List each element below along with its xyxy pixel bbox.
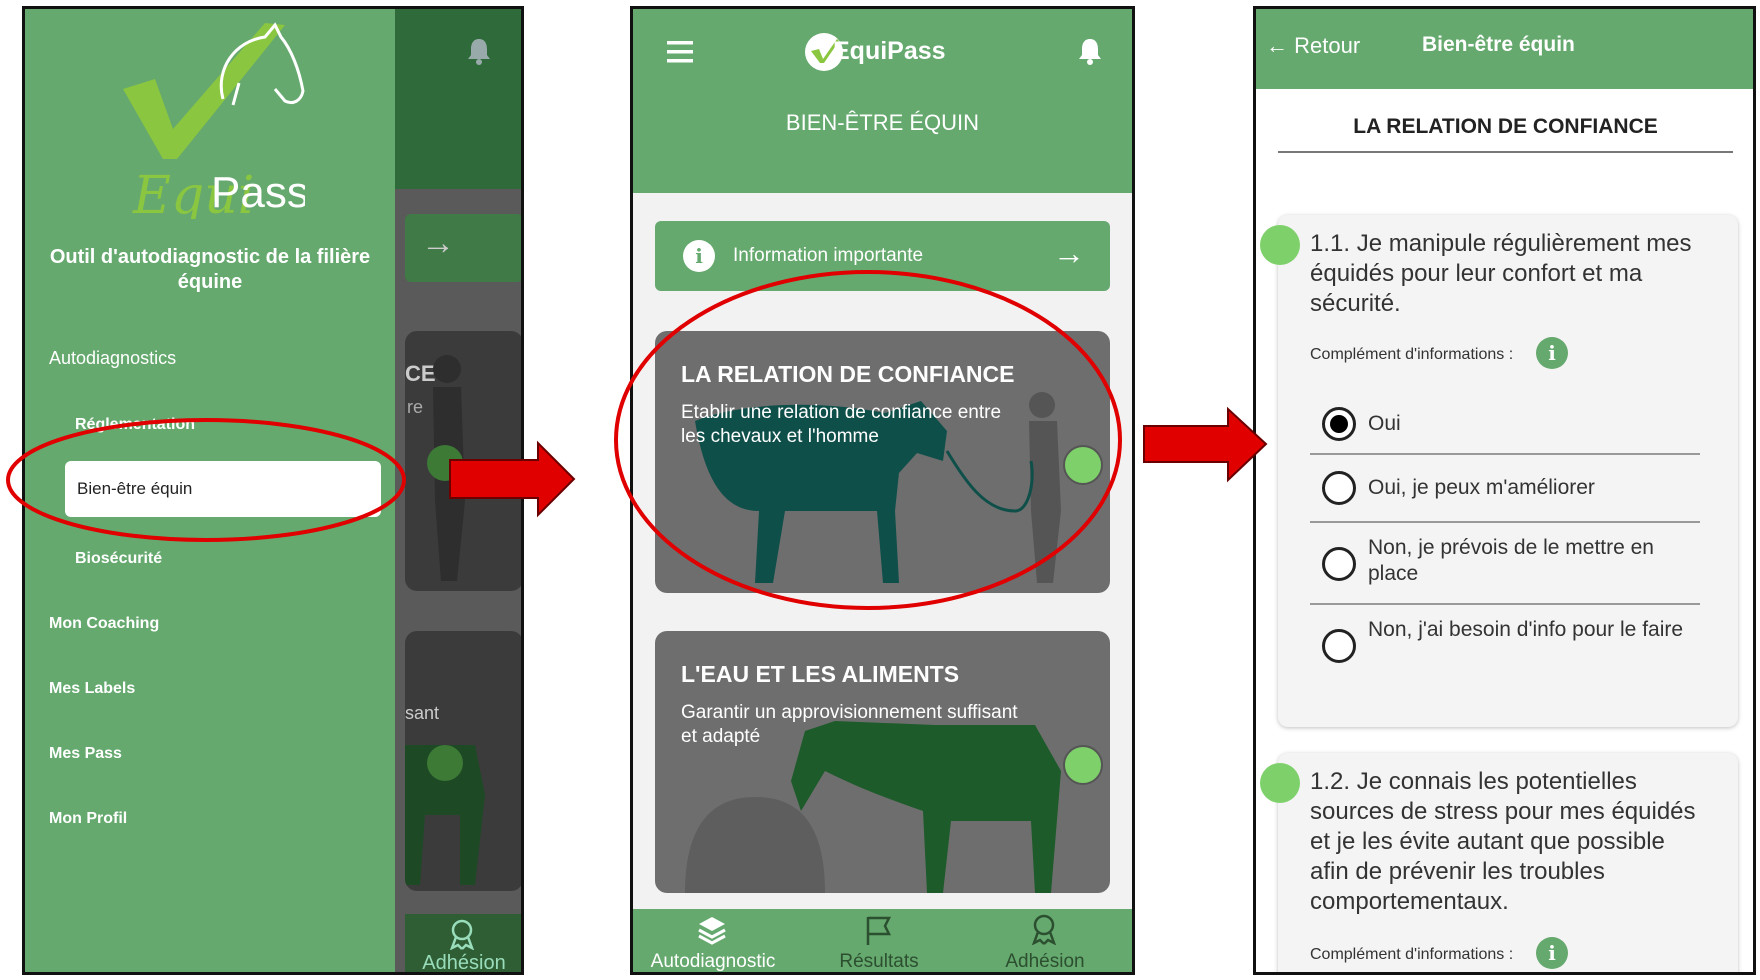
drawer-section-autodiagnostics[interactable]: Autodiagnostics (49, 348, 176, 369)
answer-label: Oui (1368, 412, 1401, 435)
brand-text: Pass (211, 168, 305, 217)
background-nav-label: Adhésion (422, 952, 506, 974)
bell-icon[interactable] (1078, 37, 1102, 65)
arrow-right-icon: → (1053, 235, 1085, 271)
drawer-subitem-reglementation[interactable]: Réglementation (75, 416, 195, 434)
screen-drawer: → CE re sant Adhésion Equi Pass Outil d'… (22, 6, 524, 975)
back-label: Retour (1294, 33, 1361, 58)
drawer-subitem-label: Bien-être équin (77, 479, 193, 498)
info-icon: i (683, 240, 715, 272)
arrow-right-icon: → (421, 224, 455, 262)
answer-label: Non, j'ai besoin d'info pour le faire (1368, 618, 1684, 641)
answer-label: Non, je prévois de le mettre en place (1368, 536, 1654, 585)
background-card-1: CE re (405, 331, 521, 591)
status-dot (1063, 445, 1103, 485)
app-title: EquiPass (833, 37, 946, 65)
answer-option-besoin-info[interactable]: Non, j'ai besoin d'info pour le faire (1310, 605, 1700, 685)
radio-button[interactable] (1322, 547, 1356, 581)
question-card-1-1: 1.1. Je manipule régulièrement mes équid… (1260, 215, 1738, 727)
back-button[interactable]: ← Retour (1266, 33, 1360, 59)
menu-icon[interactable] (667, 41, 693, 63)
arrow-left-icon: ← (1266, 33, 1288, 58)
info-important-button[interactable]: i Information importante → (655, 221, 1110, 291)
theme-card-title: LA RELATION DE CONFIANCE (681, 361, 1015, 387)
navigation-drawer: Equi Pass Outil d'autodiagnostic de la f… (25, 9, 395, 972)
info-label: Information importante (733, 245, 924, 266)
section-title: LA RELATION DE CONFIANCE (1278, 115, 1733, 153)
award-icon (1031, 914, 1057, 945)
complement-label: Complément d'informations : (1310, 346, 1514, 363)
background-card-2-fragment: sant (405, 703, 440, 723)
nav-label: Résultats (839, 951, 919, 972)
answer-label: Oui, je peux m'améliorer (1368, 476, 1595, 499)
background-status-dot (427, 445, 463, 481)
nav-item-adhesion[interactable]: Adhésion (965, 909, 1125, 972)
theme-card-description: Garantir un approvisionnement suffisant … (681, 702, 1018, 747)
nav-label: Autodiagnostic (650, 951, 776, 972)
drawer-subitem-biosecurite[interactable]: Biosécurité (75, 550, 162, 568)
answer-option-prevois[interactable]: Non, je prévois de le mettre en place (1310, 523, 1700, 605)
background-info-bar: → (405, 214, 521, 282)
complement-label: Complément d'informations : (1310, 946, 1514, 963)
theme-card-relation-confiance[interactable]: LA RELATION DE CONFIANCE Etablir une rel… (655, 331, 1110, 593)
background-card-2: sant (405, 631, 521, 891)
background-status-dot (427, 745, 463, 781)
award-icon (449, 919, 475, 950)
answer-option-ameliorer[interactable]: Oui, je peux m'améliorer (1310, 455, 1700, 523)
arrow-right-annotation-2 (1143, 406, 1268, 483)
answer-options: Oui Oui, je peux m'améliorer Non, je pré… (1278, 387, 1738, 717)
flag-icon (866, 916, 892, 945)
screen-questionnaire: ← Retour Bien-être équin LA RELATION DE … (1253, 6, 1756, 975)
info-icon[interactable]: i (1536, 337, 1568, 369)
drawer-subitem-bien-etre-equin[interactable]: Bien-être équin (65, 461, 381, 517)
question-text: 1.1. Je manipule régulièrement mes équid… (1310, 230, 1692, 317)
drawer-item-mon-profil[interactable]: Mon Profil (49, 810, 127, 828)
radio-button[interactable] (1322, 629, 1356, 663)
theme-card-description: Etablir une relation de confiance entre … (681, 402, 1002, 447)
question-text: 1.2. Je connais les potentielles sources… (1310, 768, 1696, 915)
drawer-item-mon-coaching[interactable]: Mon Coaching (49, 615, 159, 633)
bell-icon[interactable] (467, 37, 491, 65)
question-card-1-2: 1.2. Je connais les potentielles sources… (1260, 753, 1738, 972)
nav-item-resultats[interactable]: Résultats (799, 909, 959, 972)
app-header: EquiPass BIEN-ÊTRE ÉQUIN (633, 9, 1132, 193)
answer-option-oui[interactable]: Oui (1310, 397, 1700, 455)
question-status-dot (1260, 225, 1300, 265)
question-status-dot (1260, 763, 1300, 803)
bottom-nav: Autodiagnostic Résultats Adhésion (633, 909, 1132, 972)
screen-theme-list: EquiPass BIEN-ÊTRE ÉQUIN i Information i… (630, 6, 1135, 975)
nav-item-autodiagnostic[interactable]: Autodiagnostic (633, 909, 793, 972)
drawer-item-mes-labels[interactable]: Mes Labels (49, 680, 135, 698)
radio-button-selected[interactable] (1322, 407, 1356, 441)
info-icon[interactable]: i (1536, 937, 1568, 969)
questionnaire-header: ← Retour Bien-être équin (1256, 9, 1753, 89)
page-title: Bien-être équin (1422, 33, 1575, 56)
theme-card-eau-aliments[interactable]: L'EAU ET LES ALIMENTS Garantir un approv… (655, 631, 1110, 893)
equipass-logo: Equi Pass (123, 22, 305, 219)
status-dot (1063, 745, 1103, 785)
horse-and-person-illustration (695, 392, 1061, 583)
nav-label: Adhésion (1005, 951, 1085, 972)
background-bottom-nav: Adhésion (405, 914, 521, 974)
radio-button[interactable] (1322, 471, 1356, 505)
drawer-subtitle: Outil d'autodiagnostic de la filière équ… (49, 246, 371, 293)
page-title: BIEN-ÊTRE ÉQUIN (785, 110, 980, 135)
drawer-item-mes-pass[interactable]: Mes Pass (49, 745, 122, 763)
theme-card-title: L'EAU ET LES ALIMENTS (681, 661, 960, 687)
layers-icon (698, 917, 726, 945)
